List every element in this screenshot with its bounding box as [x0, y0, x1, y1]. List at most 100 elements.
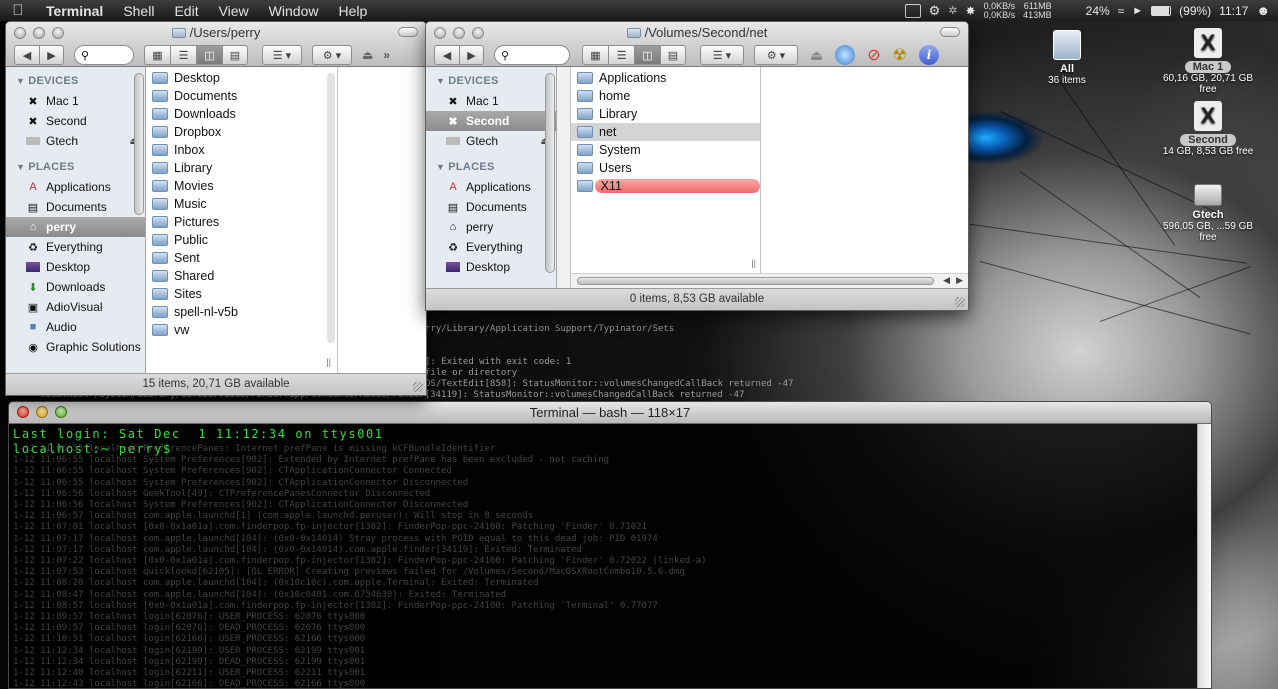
battery-icon[interactable] [1151, 5, 1172, 16]
column-view-button[interactable]: ◫ [196, 45, 222, 65]
menu-help[interactable]: Help [328, 3, 377, 19]
list-item[interactable]: Shared [146, 267, 337, 285]
info-icon[interactable]: i [918, 45, 939, 65]
terminal-scrollbar[interactable] [1197, 424, 1211, 688]
sidebar-item-desktop[interactable]: Desktop [6, 257, 145, 277]
menu-window[interactable]: Window [259, 3, 329, 19]
list-item[interactable]: Library [571, 105, 760, 123]
list-item[interactable]: vw [146, 321, 337, 339]
menu-view[interactable]: View [209, 3, 259, 19]
sidebar-heading-places[interactable]: ▼ PLACES [6, 157, 145, 177]
list-item[interactable]: Downloads [146, 105, 337, 123]
terminal-content[interactable]: Last login: Sat Dec 1 11:12:34 on ttys00… [9, 424, 1197, 688]
list-item[interactable]: Documents [146, 87, 337, 105]
sidebar-item-applications[interactable]: A Applications [6, 177, 145, 197]
sidebar-item-documents[interactable]: ▤ Documents [6, 197, 145, 217]
sidebar-scroll-track[interactable] [557, 67, 571, 288]
scroll-thumb[interactable] [577, 277, 934, 285]
apple-menu-icon[interactable]:  [0, 2, 36, 19]
list-item[interactable]: System [571, 141, 760, 159]
scroll-left-arrow-icon[interactable]: ◀ [943, 275, 950, 286]
resize-grip-icon[interactable] [955, 297, 965, 307]
list-item-red-label[interactable]: X11 [571, 177, 760, 195]
sidebar-item-second[interactable]: ✖ Second [6, 111, 145, 131]
forward-button[interactable]: ▶ [459, 45, 484, 65]
icon-view-button[interactable]: ▦ [582, 45, 608, 65]
sidebar-heading-devices[interactable]: ▼ DEVICES [6, 71, 145, 91]
action-gear-button[interactable]: ⚙ ▾ [312, 45, 352, 65]
sidebar-item-desktop[interactable]: Desktop [426, 257, 556, 277]
horizontal-scrollbar[interactable]: ◀ ▶ [571, 273, 968, 288]
list-item[interactable]: Dropbox [146, 123, 337, 141]
menubar-clock[interactable]: 11:17 [1219, 4, 1248, 18]
list-item[interactable]: Movies [146, 177, 337, 195]
column-view-button[interactable]: ◫ [634, 45, 660, 65]
list-item[interactable]: Desktop [146, 69, 337, 87]
list-item-selected[interactable]: net [571, 123, 760, 141]
arrange-button[interactable]: ☰ ▾ [262, 45, 302, 65]
sidebar-item-mac1[interactable]: ✖ Mac 1 [6, 91, 145, 111]
resize-grip-icon[interactable] [413, 382, 423, 392]
desktop-icon-second[interactable]: X Second 14 GB, 8,53 GB free [1153, 101, 1263, 157]
sidebar-item-applications[interactable]: A Applications [426, 177, 556, 197]
list-item[interactable]: Pictures [146, 213, 337, 231]
search-input[interactable] [91, 49, 133, 61]
sidebar-item-documents[interactable]: ▤ Documents [426, 197, 556, 217]
sidebar-item-gtech[interactable]: Gtech⏏ [426, 131, 556, 151]
search-field[interactable]: ⚲ [494, 45, 570, 65]
desktop-icon-gtech[interactable]: Gtech 596,05 GB, ...59 GB free [1153, 176, 1263, 243]
icon-view-button[interactable]: ▦ [144, 45, 170, 65]
back-button[interactable]: ◀ [14, 45, 39, 65]
list-view-button[interactable]: ☰ [170, 45, 196, 65]
list-item[interactable]: Music [146, 195, 337, 213]
sidebar-item-downloads[interactable]: ⬇ Downloads [6, 277, 145, 297]
sidebar-item-mac1[interactable]: ✖ Mac 1 [426, 91, 556, 111]
search-field[interactable]: ⚲ [74, 45, 134, 65]
sidebar-item-audio[interactable]: ■ Audio [6, 317, 145, 337]
sidebar-item-gtech[interactable]: Gtech⏏ [6, 131, 145, 151]
scroll-right-arrow-icon[interactable]: ▶ [956, 275, 963, 286]
list-item[interactable]: Inbox [146, 141, 337, 159]
terminal-titlebar[interactable]: Terminal — bash — 118×17 [9, 402, 1211, 424]
toolbar-toggle-button[interactable] [940, 27, 960, 37]
eject-toolbar-icon[interactable]: ⏏ [810, 47, 823, 64]
list-item[interactable]: Sent [146, 249, 337, 267]
sidebar-item-everything[interactable]: ♻ Everything [426, 237, 556, 257]
burn-disc-icon[interactable]: ☢ [893, 45, 907, 65]
list-item[interactable]: Users [571, 159, 760, 177]
sidebar-scroll-thumb[interactable] [134, 73, 144, 215]
column-scroll-track[interactable] [327, 73, 335, 343]
back-button[interactable]: ◀ [434, 45, 459, 65]
finder-titlebar[interactable]: /Users/perry ◀ ▶ ⚲ ▦ ☰ ◫ ▤ ☰ ▾ ⚙ ▾ ⏏ » [6, 22, 426, 67]
arrange-button[interactable]: ☰ ▾ [700, 45, 744, 65]
list-item[interactable]: home [571, 87, 760, 105]
sidebar-item-perry[interactable]: ⌂ perry [6, 217, 145, 237]
finder-titlebar[interactable]: /Volumes/Second/net ◀ ▶ ⚲ ▦ ☰ ◫ ▤ ☰ ▾ ⚙ … [426, 22, 968, 67]
overflow-chevron-icon[interactable]: » [383, 48, 390, 62]
column-resize-handle[interactable]: || [751, 258, 756, 268]
list-view-button[interactable]: ☰ [608, 45, 634, 65]
gear-status-icon[interactable]: ⚙ [929, 3, 941, 19]
bluetooth-icon[interactable]: ✲ [948, 4, 957, 17]
safari-compass-icon[interactable] [835, 45, 856, 65]
user-icon[interactable]: ☻ [1256, 3, 1270, 18]
menu-edit[interactable]: Edit [164, 3, 208, 19]
desktop-icon-all[interactable]: All 36 items [1012, 30, 1122, 86]
wifi-icon[interactable]: ≈ [1118, 4, 1125, 18]
sidebar-item-second[interactable]: ✖ Second [426, 111, 556, 131]
sidebar-item-adiovisual[interactable]: ▣ AdioVisual [6, 297, 145, 317]
list-item[interactable]: Sites [146, 285, 337, 303]
coverflow-view-button[interactable]: ▤ [660, 45, 686, 65]
list-item[interactable]: Public [146, 231, 337, 249]
coverflow-view-button[interactable]: ▤ [222, 45, 248, 65]
prohibited-icon[interactable]: ⊘ [867, 45, 880, 65]
forward-button[interactable]: ▶ [39, 45, 64, 65]
sidebar-heading-devices[interactable]: ▼ DEVICES [426, 71, 556, 91]
list-item[interactable]: spell-nl-v5b [146, 303, 337, 321]
menu-app-name[interactable]: Terminal [36, 3, 113, 19]
desktop-icon-mac1[interactable]: X Mac 1 60,16 GB, 20,71 GB free [1153, 28, 1263, 95]
sidebar-heading-places[interactable]: ▼ PLACES [426, 157, 556, 177]
menu-shell[interactable]: Shell [113, 3, 164, 19]
activity-icon[interactable]: ✸ [966, 4, 976, 18]
volume-icon[interactable]: ► [1132, 5, 1143, 17]
